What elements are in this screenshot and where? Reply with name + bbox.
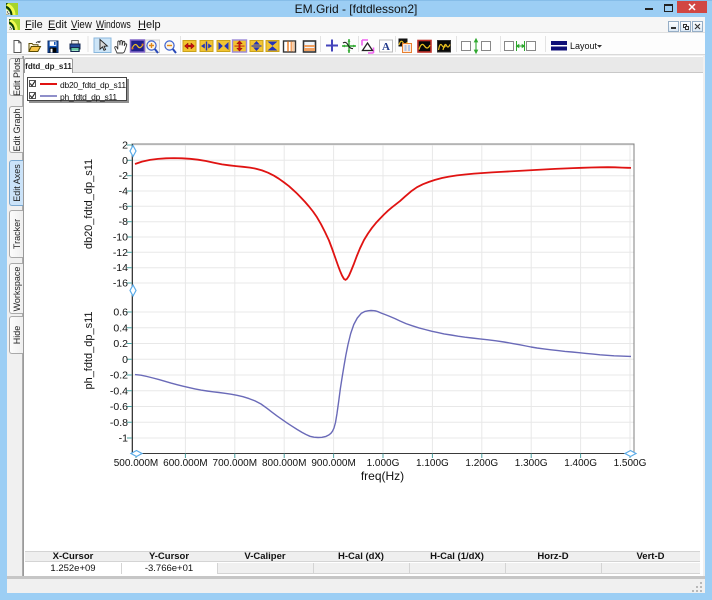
svg-text:-4: -4 <box>119 186 128 198</box>
svg-text:db20_fdtd_dp_s11: db20_fdtd_dp_s11 <box>83 159 95 249</box>
svg-text:0: 0 <box>122 354 128 366</box>
svg-text:800.000M: 800.000M <box>262 458 306 469</box>
svg-text:-0.4: -0.4 <box>110 385 128 397</box>
svg-text:1.100G: 1.100G <box>416 458 449 469</box>
svg-text:-8: -8 <box>119 216 128 228</box>
svg-text:-0.8: -0.8 <box>110 417 128 429</box>
svg-text:1.400G: 1.400G <box>564 458 597 469</box>
svg-text:-6: -6 <box>119 201 128 213</box>
svg-text:1.500G: 1.500G <box>614 458 647 469</box>
svg-text:0.6: 0.6 <box>113 307 128 319</box>
svg-text:0.2: 0.2 <box>113 338 128 350</box>
svg-text:-16: -16 <box>113 278 128 290</box>
svg-text:-1: -1 <box>119 433 128 445</box>
svg-text:600.000M: 600.000M <box>163 458 207 469</box>
svg-text:-10: -10 <box>113 232 128 244</box>
svg-text:500.000M: 500.000M <box>114 458 158 469</box>
svg-text:-0.2: -0.2 <box>110 370 128 382</box>
svg-text:freq(Hz): freq(Hz) <box>361 469 404 483</box>
svg-text:-12: -12 <box>113 247 128 259</box>
svg-text:2: 2 <box>122 140 128 152</box>
svg-text:1.300G: 1.300G <box>515 458 548 469</box>
svg-text:700.000M: 700.000M <box>213 458 257 469</box>
svg-text:900.000M: 900.000M <box>311 458 355 469</box>
svg-text:-2: -2 <box>119 170 128 182</box>
svg-text:ph_fdtd_dp_s11: ph_fdtd_dp_s11 <box>83 311 95 389</box>
svg-text:0: 0 <box>122 155 128 167</box>
svg-text:1.200G: 1.200G <box>465 458 498 469</box>
svg-text:1.000G: 1.000G <box>367 458 400 469</box>
svg-text:0.4: 0.4 <box>113 322 128 334</box>
svg-text:-14: -14 <box>113 262 128 274</box>
svg-text:-0.6: -0.6 <box>110 401 128 413</box>
